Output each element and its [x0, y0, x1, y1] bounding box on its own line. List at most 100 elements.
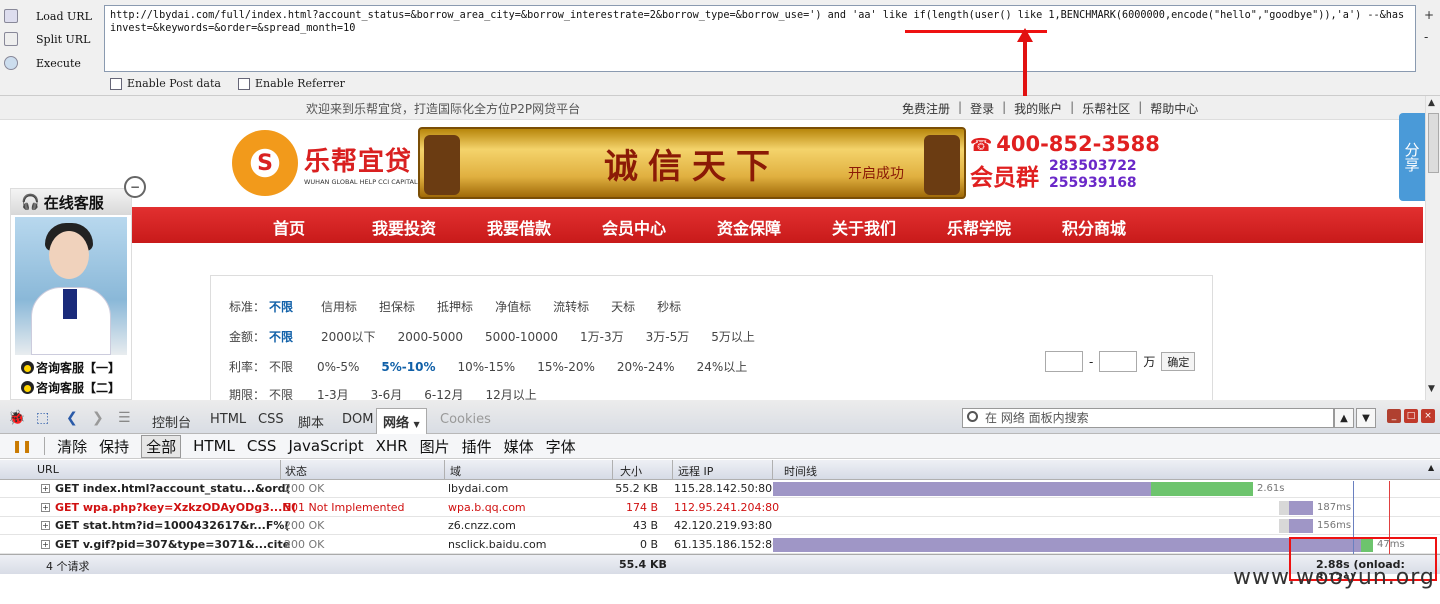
- filter-option[interactable]: 6-12月: [424, 386, 463, 400]
- pause-icon[interactable]: ❚❚: [12, 439, 32, 453]
- filter-media-button[interactable]: 媒体: [504, 436, 534, 457]
- filter-option[interactable]: 10%-15%: [458, 360, 516, 374]
- col-size[interactable]: 大小: [620, 463, 642, 479]
- filter-option[interactable]: 20%-24%: [617, 360, 675, 374]
- filter-option[interactable]: 不限: [269, 358, 293, 375]
- filter-option[interactable]: 流转标: [553, 298, 589, 315]
- tab-dom[interactable]: DOM: [342, 412, 373, 427]
- filter-option[interactable]: 秒标: [657, 298, 681, 315]
- scroll-down-icon[interactable]: ▼: [1428, 384, 1435, 394]
- filter-js-button[interactable]: JavaScript: [288, 437, 363, 455]
- request-row[interactable]: + GET stat.htm?id=1000432617&r...F%(200 O…: [0, 517, 1440, 535]
- tab-script[interactable]: 脚本: [298, 412, 324, 431]
- filter-option[interactable]: 净值标: [495, 298, 531, 315]
- nav-home[interactable]: 首页: [273, 215, 305, 239]
- request-row[interactable]: + GET wpa.php?key=XzkzODAyODg3...N(501 No…: [0, 499, 1440, 517]
- service-link-1[interactable]: 咨询客服【一】: [11, 357, 131, 377]
- nav-mall[interactable]: 积分商城: [1062, 215, 1126, 239]
- col-domain[interactable]: 域: [450, 463, 461, 479]
- persist-button[interactable]: 保持: [99, 436, 129, 457]
- nav-security[interactable]: 资金保障: [717, 215, 781, 239]
- nav-about[interactable]: 关于我们: [832, 215, 896, 239]
- search-next-icon[interactable]: ▼: [1356, 408, 1376, 428]
- filter-option[interactable]: 2000-5000: [398, 330, 463, 344]
- link-help[interactable]: 帮助中心: [1150, 100, 1198, 117]
- link-register[interactable]: 免费注册: [902, 100, 950, 117]
- execute-button[interactable]: Execute: [4, 53, 81, 73]
- firebug-icon[interactable]: 🐞: [8, 410, 25, 426]
- col-remote-ip[interactable]: 远程 IP: [678, 463, 713, 479]
- filter-option[interactable]: 不限: [269, 328, 293, 345]
- site-logo[interactable]: S 乐帮宜贷 WUHAN GLOBAL HELP CCI CAPITAL LTD: [232, 130, 431, 196]
- filter-option[interactable]: 担保标: [379, 298, 415, 315]
- filter-option[interactable]: 不限: [269, 298, 293, 315]
- list-icon[interactable]: ☰: [118, 410, 131, 426]
- filter-option[interactable]: 抵押标: [437, 298, 473, 315]
- filter-all-button[interactable]: 全部: [141, 434, 182, 458]
- scroll-up-icon[interactable]: ▲: [1428, 98, 1435, 108]
- detach-window-icon[interactable]: □: [1404, 409, 1418, 423]
- filter-images-button[interactable]: 图片: [420, 436, 450, 457]
- col-timeline[interactable]: 时间线: [784, 463, 817, 479]
- nav-invest[interactable]: 我要投资: [372, 215, 436, 239]
- url-textarea[interactable]: http://lbydai.com/full/index.html?accoun…: [104, 5, 1416, 72]
- nav-borrow[interactable]: 我要借款: [487, 215, 551, 239]
- filter-html-button[interactable]: HTML: [193, 437, 235, 455]
- nav-member[interactable]: 会员中心: [602, 215, 666, 239]
- expand-icon[interactable]: +: [41, 521, 50, 530]
- split-url-button[interactable]: Split URL: [4, 29, 90, 49]
- filter-css-button[interactable]: CSS: [247, 437, 277, 455]
- filter-xhr-button[interactable]: XHR: [376, 437, 408, 455]
- link-community[interactable]: 乐帮社区: [1082, 100, 1130, 117]
- request-row[interactable]: + GET v.gif?pid=307&type=3071&...cite 200 …: [0, 536, 1440, 554]
- tab-css[interactable]: CSS: [258, 412, 284, 427]
- confirm-button[interactable]: 确定: [1161, 352, 1196, 371]
- expand-icon[interactable]: +: [41, 484, 50, 493]
- tab-html[interactable]: HTML: [210, 412, 246, 427]
- minimize-icon[interactable]: −: [124, 176, 146, 198]
- filter-option[interactable]: 1-3月: [317, 386, 349, 400]
- filter-fonts-button[interactable]: 字体: [546, 436, 576, 457]
- request-row[interactable]: + GET index.html?account_statu...&ord(200…: [0, 480, 1440, 498]
- inspect-icon[interactable]: ⬚: [36, 410, 49, 426]
- nav-academy[interactable]: 乐帮学院: [947, 215, 1011, 239]
- expand-icon[interactable]: +: [41, 539, 50, 549]
- col-status[interactable]: 状态: [285, 463, 307, 479]
- panel-search-input[interactable]: 在 网络 面板内搜索: [962, 408, 1334, 428]
- link-login[interactable]: 登录: [970, 100, 994, 117]
- expand-icon[interactable]: +: [41, 502, 50, 512]
- tab-console[interactable]: 控制台: [152, 412, 191, 431]
- sort-icon[interactable]: ▲: [1428, 463, 1434, 472]
- link-my-account[interactable]: 我的账户: [1014, 100, 1062, 117]
- filter-option[interactable]: 天标: [611, 298, 635, 315]
- filter-option[interactable]: 3-6月: [371, 386, 403, 400]
- close-icon[interactable]: ×: [1421, 409, 1435, 423]
- filter-plugins-button[interactable]: 插件: [462, 436, 492, 457]
- filter-option[interactable]: 信用标: [321, 298, 357, 315]
- filter-option[interactable]: 1万-3万: [580, 328, 624, 345]
- tab-net[interactable]: 网络 ▼: [376, 408, 427, 434]
- enable-post-checkbox[interactable]: Enable Post data: [110, 77, 221, 90]
- scroll-thumb[interactable]: [1428, 113, 1439, 173]
- load-url-button[interactable]: Load URL: [4, 6, 92, 26]
- back-icon[interactable]: ❮: [66, 410, 78, 426]
- service-link-2[interactable]: 咨询客服【二】: [11, 377, 131, 397]
- filter-option-selected[interactable]: 5%-10%: [381, 360, 435, 374]
- filter-option[interactable]: 24%以上: [697, 358, 748, 375]
- search-prev-icon[interactable]: ▲: [1334, 408, 1354, 428]
- clear-button[interactable]: 清除: [57, 436, 87, 457]
- tab-cookies[interactable]: Cookies: [440, 412, 491, 427]
- increase-icon[interactable]: +: [1424, 8, 1434, 22]
- minimize-window-icon[interactable]: _: [1387, 409, 1401, 423]
- filter-option[interactable]: 3万-5万: [646, 328, 690, 345]
- range-min-input[interactable]: [1045, 351, 1083, 372]
- filter-option[interactable]: 0%-5%: [317, 360, 359, 374]
- filter-option[interactable]: 5000-10000: [485, 330, 558, 344]
- page-scrollbar[interactable]: ▲ ▼: [1425, 96, 1440, 400]
- col-url[interactable]: URL: [37, 463, 59, 476]
- filter-option[interactable]: 12月以上: [485, 386, 536, 400]
- enable-referrer-checkbox[interactable]: Enable Referrer: [238, 77, 345, 90]
- share-tab[interactable]: 分享: [1399, 113, 1425, 201]
- range-max-input[interactable]: [1099, 351, 1138, 372]
- filter-option[interactable]: 15%-20%: [537, 360, 595, 374]
